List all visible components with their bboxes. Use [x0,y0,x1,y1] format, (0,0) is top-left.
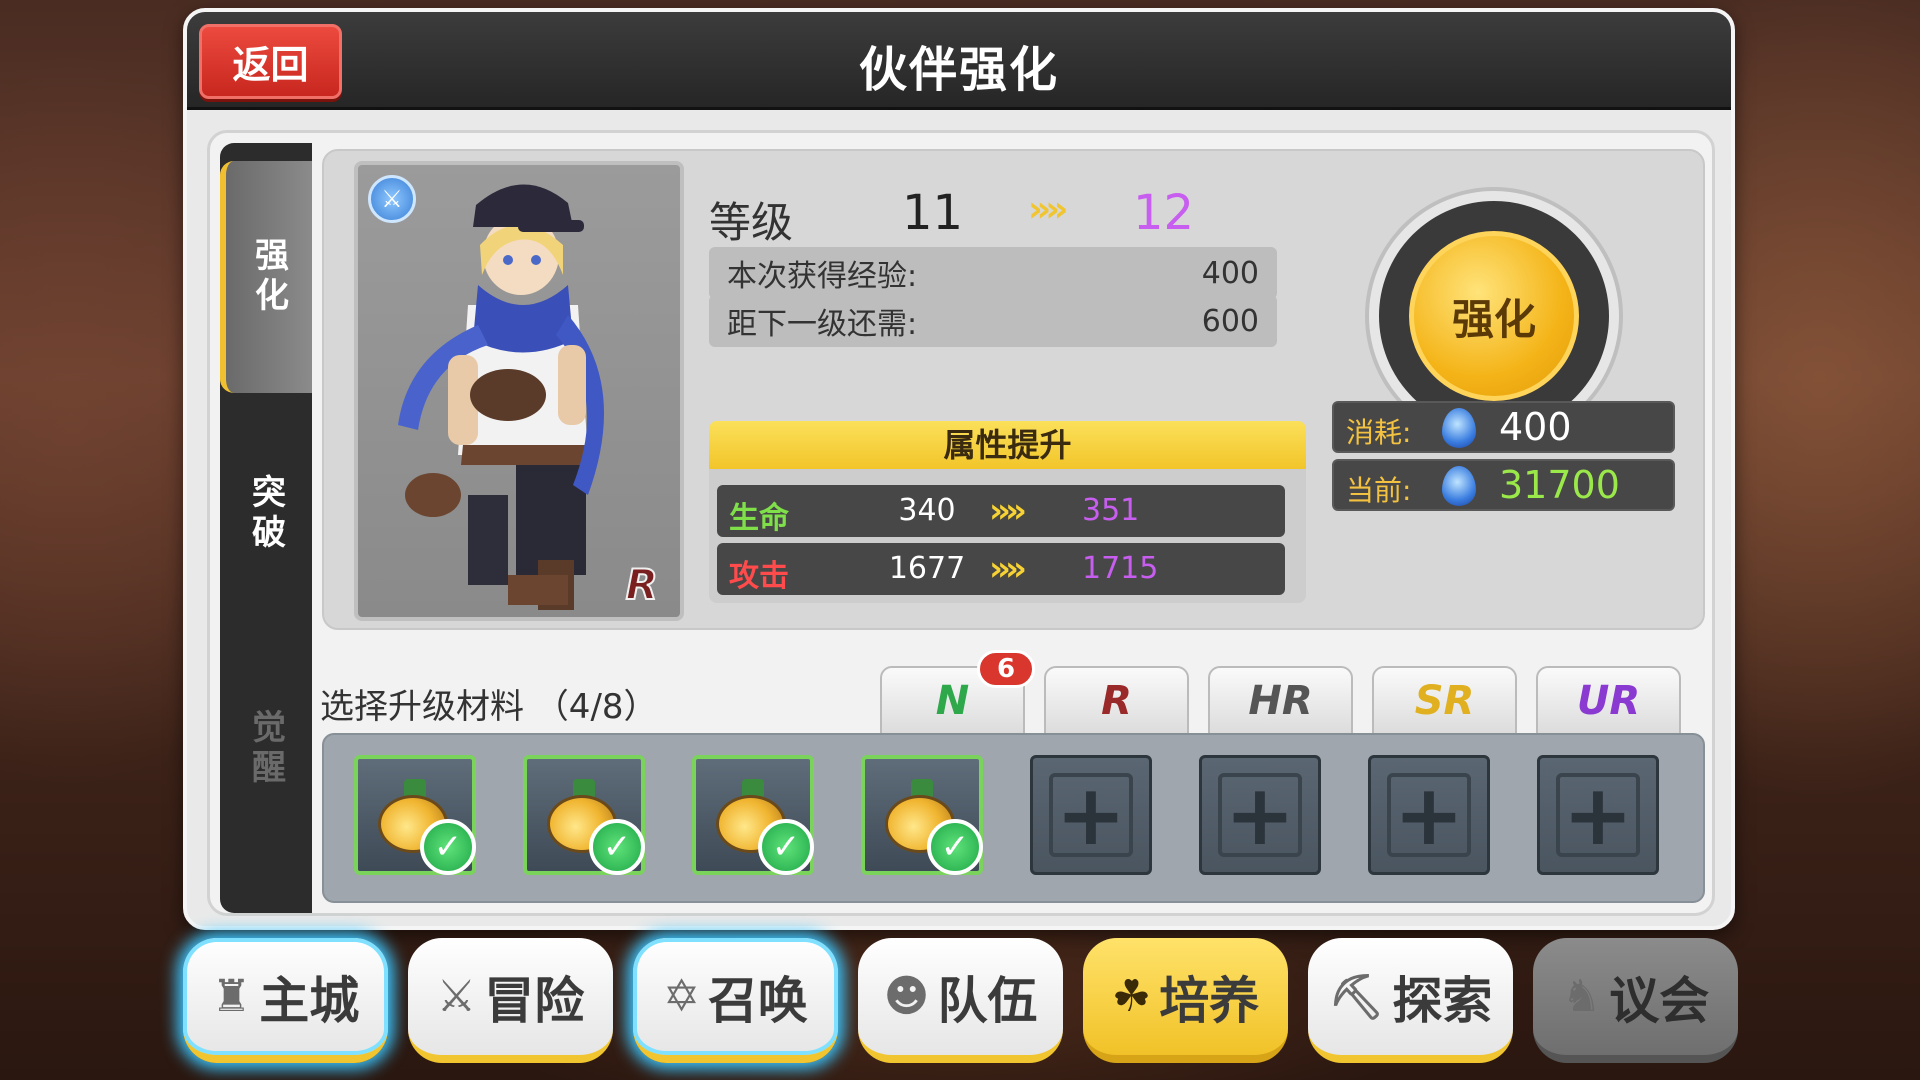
blue-flame-icon [1442,408,1476,448]
explore-icon: ⛏ [1328,971,1385,1023]
rarity-tab-hr[interactable]: HR [1208,666,1353,736]
exp-gain-row: 本次获得经验: 400 [709,247,1277,299]
attr-atk-name: 攻击 [729,559,789,594]
tab-enhance[interactable]: 强化 [220,161,312,393]
rarity-tab-r-label: R [1101,678,1132,724]
rarity-tab-sr-label: SR [1414,678,1475,724]
attribute-boost-box: 属性提升 生命 340 »» 351 攻击 1677 »» 1715 [709,421,1306,603]
cost-current-label: 当前: [1346,474,1412,507]
nav-summon[interactable]: ✡ 召唤 [633,938,838,1063]
exp-need-row: 距下一级还需: 600 [709,295,1277,347]
character-portrait: ⚔ R [354,161,684,621]
partner-enhance-panel: 返回 伙伴强化 强化 突破 觉醒 ⚔ R 等级 11 »» 12 本次获得经验:… [183,8,1735,930]
page-title: 伙伴强化 [858,42,1059,98]
material-slot-8[interactable]: + [1537,755,1659,875]
attribute-boost-title: 属性提升 [709,421,1306,469]
plus-icon: + [1202,758,1318,872]
attr-hp-next: 351 [1082,493,1140,528]
side-tabs: 强化 突破 觉醒 [220,143,312,913]
nav-explore[interactable]: ⛏ 探索 [1308,938,1513,1063]
materials-label: 选择升级材料 （4/8） [320,687,658,727]
material-slot-7[interactable]: + [1368,755,1490,875]
rarity-r-badge: R [625,559,659,610]
nav-team-label: 队伍 [937,971,1038,1030]
rarity-tab-sr[interactable]: SR [1372,666,1517,736]
material-slot-4[interactable]: ✓ [861,755,983,875]
enhance-info-area: ⚔ R 等级 11 »» 12 本次获得经验: 400 距下一级还需: 600 … [322,149,1705,630]
attr-hp-name: 生命 [729,501,789,536]
crossed-swords-icon: ⚔ [436,971,477,1022]
nav-adventure[interactable]: ⚔ 冒险 [408,938,613,1063]
rarity-tab-ur-label: UR [1576,678,1641,724]
exp-gain-value: 400 [1201,255,1259,291]
cost-current-value: 31700 [1499,463,1620,507]
cost-consume-row: 消耗: 400 [1332,401,1675,453]
nav-adventure-label: 冒险 [484,971,585,1030]
blue-flame-icon [1442,466,1476,506]
level-current: 11 [902,185,964,241]
tab-breakthrough[interactable]: 突破 [220,398,312,630]
nav-main-city-label: 主城 [259,971,360,1030]
cost-current-row: 当前: 31700 [1332,459,1675,511]
attr-arrow-icon: »» [989,491,1027,531]
attr-hp-current: 340 [898,493,956,528]
council-icon: ♞ [1561,971,1602,1022]
level-next: 12 [1133,185,1195,241]
rarity-tab-n[interactable]: N 6 [880,650,1035,736]
rarity-tab-r[interactable]: R [1044,666,1189,736]
exp-gain-label: 本次获得经验: [727,259,918,294]
nav-council[interactable]: ♞ 议会 [1533,938,1738,1063]
team-icon: ☻ [883,971,930,1022]
bottom-nav: ♜ 主城 ⚔ 冒险 ✡ 召唤 ☻ 队伍 ☘ 培养 ⛏ 探索 ♞ 议会 [183,938,1743,1070]
exp-need-value: 600 [1201,303,1259,339]
nav-explore-label: 探索 [1392,971,1493,1030]
material-slots: ✓ ✓ ✓ ✓ + + + + [322,733,1705,903]
nav-cultivate-label: 培养 [1159,971,1260,1030]
cultivate-icon: ☘ [1111,971,1152,1022]
material-slot-6[interactable]: + [1199,755,1321,875]
summon-circle-icon: ✡ [663,971,700,1022]
exp-need-label: 距下一级还需: [727,307,918,342]
material-slot-5[interactable]: + [1030,755,1152,875]
rarity-tab-n-label: N [935,678,970,724]
title-bar: 返回 伙伴强化 [187,12,1731,110]
rarity-tab-hr-label: HR [1248,678,1313,724]
check-icon: ✓ [589,819,645,875]
enhance-button[interactable]: 强化 [1409,231,1579,401]
tab-awaken[interactable]: 觉醒 [220,633,312,865]
level-label: 等级 [709,198,794,247]
plus-icon: + [1371,758,1487,872]
attr-arrow-icon: »» [989,549,1027,589]
plus-icon: + [1033,758,1149,872]
material-slot-1[interactable]: ✓ [354,755,476,875]
level-arrow-icon: »» [1028,189,1068,230]
attr-row-atk: 攻击 1677 »» 1715 [717,543,1285,595]
nav-summon-label: 召唤 [707,971,808,1030]
check-icon: ✓ [758,819,814,875]
nav-main-city[interactable]: ♜ 主城 [183,938,388,1063]
nav-council-label: 议会 [1609,971,1710,1030]
rarity-tab-ur[interactable]: UR [1536,666,1681,736]
cost-consume-label: 消耗: [1346,416,1412,449]
attr-atk-next: 1715 [1082,551,1159,586]
plus-icon: + [1540,758,1656,872]
check-icon: ✓ [927,819,983,875]
rarity-tab-n-badge: 6 [977,650,1035,688]
character-art [398,184,604,610]
attr-row-hp: 生命 340 »» 351 [717,485,1285,537]
nav-team[interactable]: ☻ 队伍 [858,938,1063,1063]
attr-atk-current: 1677 [888,551,966,586]
material-slot-2[interactable]: ✓ [523,755,645,875]
check-icon: ✓ [420,819,476,875]
inner-panel: 强化 突破 觉醒 ⚔ R 等级 11 »» 12 本次获得经验: 400 距下一… [207,130,1715,916]
castle-icon: ♜ [211,971,252,1022]
cost-consume-value: 400 [1499,405,1572,449]
nav-cultivate[interactable]: ☘ 培养 [1083,938,1288,1063]
material-slot-3[interactable]: ✓ [692,755,814,875]
